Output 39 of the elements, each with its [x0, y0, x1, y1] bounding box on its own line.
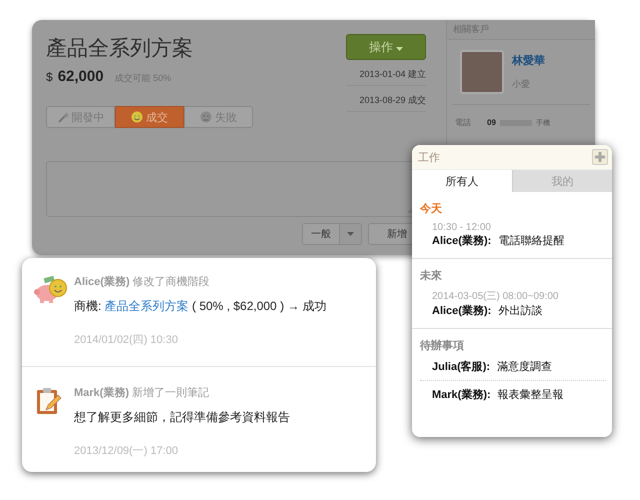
piggy-bank-coin-icon	[34, 276, 68, 304]
activity-time: 2013/12/09(一) 17:00	[74, 444, 179, 458]
customer-name-link[interactable]: 林愛華	[512, 53, 545, 68]
task-entry[interactable]: Julia(客服): 滿意度調查	[432, 359, 606, 374]
caret-icon	[347, 232, 354, 236]
caret-icon	[396, 46, 404, 50]
date-entry: 2013-01-04 建立	[346, 63, 426, 86]
plus-icon	[595, 152, 605, 162]
phone-label: 電話	[455, 117, 471, 128]
section-heading: 今天	[420, 202, 443, 216]
activity-action: 新增了一則筆記	[132, 387, 210, 399]
smile-icon	[131, 111, 143, 123]
section-heading: 未來	[420, 268, 443, 283]
panel-title: 工作	[418, 150, 440, 164]
currency-symbol: $	[46, 70, 53, 84]
type-dropdown-button[interactable]	[340, 223, 362, 245]
task-time: 10:30 - 12:00	[432, 222, 492, 233]
activity-text: 商機: 產品全系列方案 ( 50% , $62,000 ) → 成功	[74, 298, 327, 315]
activity-time: 2014/01/02(四) 10:30	[74, 333, 179, 347]
task-entry[interactable]: Alice(業務): 外出訪談	[432, 303, 606, 318]
task-entry[interactable]: Alice(業務): 電話聯絡提醒	[432, 233, 606, 248]
wand-icon	[56, 111, 68, 123]
actor-name: Mark(業務)	[74, 387, 130, 399]
photo-placeholder	[460, 50, 504, 94]
add-task-button[interactable]	[592, 149, 608, 165]
deal-amount: 62,000	[58, 68, 104, 85]
activity-text: 想了解更多細節，記得準備參考資料報告	[74, 409, 290, 426]
sad-face-icon	[200, 111, 212, 123]
section-heading: 待辦事項	[420, 338, 465, 353]
action-button[interactable]: 操作	[346, 34, 426, 60]
date-entry: 2013-08-29 成交	[346, 89, 426, 112]
type-select[interactable]: 一般	[302, 223, 340, 245]
deal-title: 產品全系列方案	[46, 36, 193, 62]
deal-link[interactable]: 產品全系列方案	[104, 299, 189, 313]
task-entry[interactable]: Mark(業務): 報表彙整呈報	[432, 387, 606, 402]
activity-action: 修改了商機階段	[132, 276, 210, 288]
task-time: 2014-03-05(三) 08:00~09:00	[432, 290, 560, 303]
actor-name: Alice(業務)	[74, 276, 130, 288]
phone-number: 09	[487, 118, 496, 127]
